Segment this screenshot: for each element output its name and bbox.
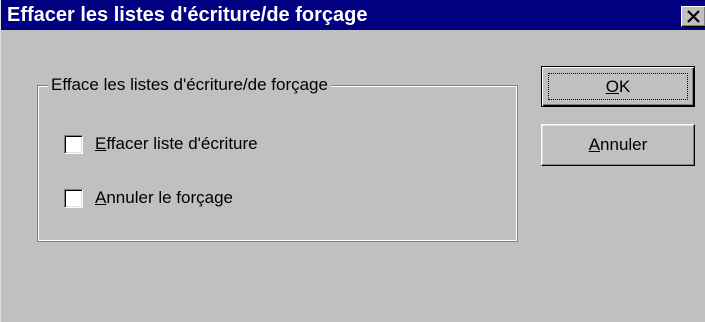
options-group-label: Efface les listes d'écriture/de forçage [48,74,331,96]
close-icon [687,10,700,23]
cancel-button[interactable]: Annuler [541,124,695,166]
dialog-title: Effacer les listes d'écriture/de forçage [7,4,368,26]
close-button[interactable] [681,6,705,27]
cancel-forcing-checkbox[interactable] [64,188,83,208]
cancel-button-label: Annuler [588,135,648,154]
clear-write-list-label[interactable]: Effacer liste d'écriture [95,133,258,155]
cancel-forcing-option[interactable]: Annuler le forçage [64,187,233,209]
clear-write-list-option[interactable]: Effacer liste d'écriture [64,133,258,155]
options-group-box [37,85,518,242]
ok-button[interactable]: OK [541,66,695,107]
cancel-forcing-label[interactable]: Annuler le forçage [95,187,233,209]
clear-lists-dialog: Effacer les listes d'écriture/de forçage… [0,0,705,322]
ok-button-label: OK [605,77,631,96]
clear-write-list-checkbox[interactable] [64,134,83,154]
title-bar[interactable]: Effacer les listes d'écriture/de forçage [1,0,705,30]
